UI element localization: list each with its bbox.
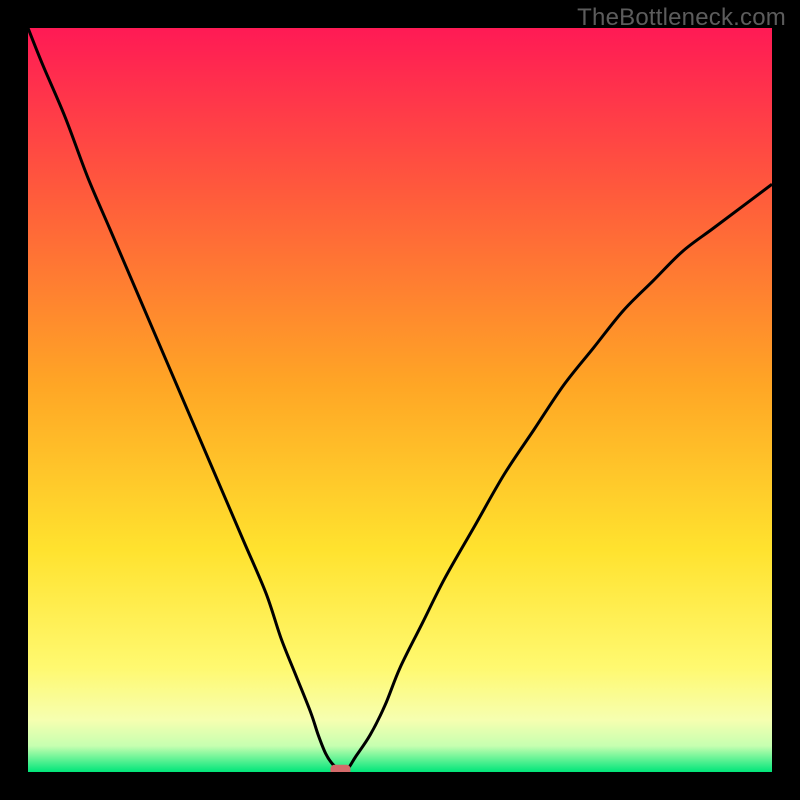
gradient-background <box>28 28 772 772</box>
plot-area <box>28 28 772 772</box>
bottleneck-chart <box>28 28 772 772</box>
chart-frame: TheBottleneck.com <box>0 0 800 800</box>
minimum-marker <box>330 765 350 772</box>
